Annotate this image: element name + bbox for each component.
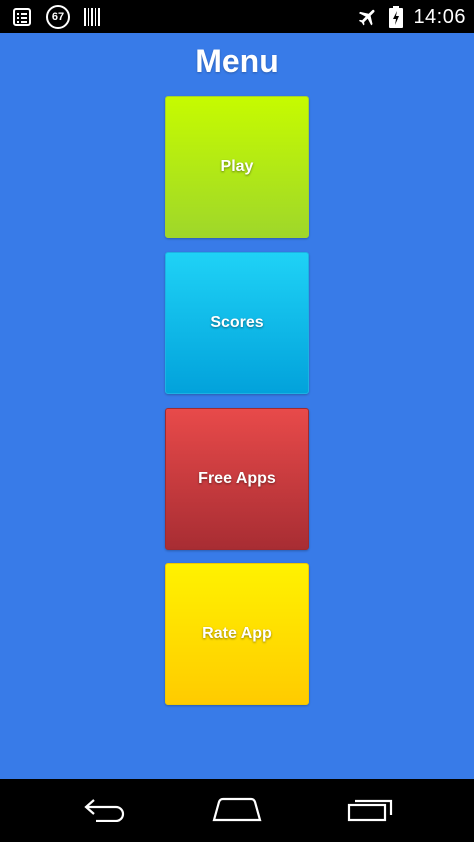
- scores-button-label: Scores: [210, 314, 264, 331]
- scores-button[interactable]: Scores: [165, 252, 309, 394]
- back-button[interactable]: [75, 793, 135, 829]
- notes-icon: [12, 7, 32, 27]
- home-icon: [212, 796, 262, 827]
- battery-charging-icon: [389, 6, 404, 28]
- free-apps-button[interactable]: Free Apps: [165, 408, 309, 550]
- play-button-label: Play: [220, 158, 254, 175]
- rate-app-button-label: Rate App: [202, 625, 272, 642]
- status-bar: 67 14:06: [0, 0, 474, 33]
- notification-count-icon: 67: [46, 5, 70, 29]
- recent-apps-button[interactable]: [340, 793, 400, 829]
- barcode-icon: [84, 7, 102, 27]
- clock: 14:06: [413, 5, 466, 28]
- main-content: Menu Play Scores Free Apps Rate App: [0, 33, 474, 779]
- recent-apps-icon: [346, 796, 394, 827]
- free-apps-button-label: Free Apps: [198, 470, 276, 487]
- navigation-bar: [0, 779, 474, 842]
- home-button[interactable]: [207, 793, 267, 829]
- rate-app-button[interactable]: Rate App: [165, 563, 309, 705]
- status-left-icons: 67: [12, 5, 102, 29]
- page-title: Menu: [195, 43, 279, 79]
- play-button[interactable]: Play: [165, 96, 309, 238]
- airplane-mode-icon: [357, 6, 379, 28]
- back-icon: [82, 796, 128, 827]
- status-right-icons: 14:06: [357, 4, 466, 30]
